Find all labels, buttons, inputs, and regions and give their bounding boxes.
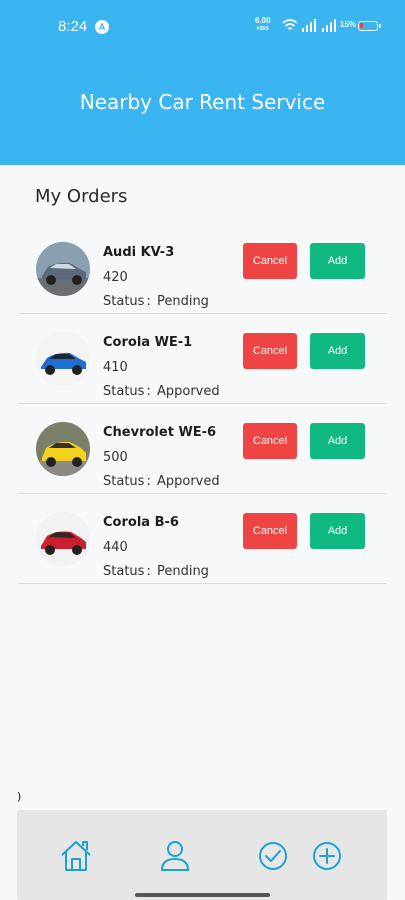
add-button[interactable]: Add xyxy=(310,333,365,369)
cell-signal-icon xyxy=(302,19,316,32)
add-circle-icon[interactable] xyxy=(309,838,345,874)
order-item: Audi KV-3 420 Status: Pending Cancel Add xyxy=(18,224,387,314)
cell-signal-2-icon xyxy=(322,19,336,32)
car-price: 420 xyxy=(103,270,128,285)
order-item: Chevrolet WE-6 500 Status: Apporved Canc… xyxy=(18,404,387,494)
home-icon[interactable] xyxy=(58,838,94,874)
notification-badge-icon: A xyxy=(95,20,109,34)
signal-icons xyxy=(282,19,336,32)
network-speed-value: 6.00 xyxy=(255,16,271,25)
car-name: Corola B-6 xyxy=(103,515,179,530)
car-name: Chevrolet WE-6 xyxy=(103,425,217,440)
battery-icon xyxy=(358,21,381,31)
battery-percent: 15% xyxy=(340,20,357,29)
car-price: 410 xyxy=(103,360,128,375)
car-image-icon xyxy=(36,332,90,386)
car-status: Status: Apporved xyxy=(103,474,220,489)
car-image-icon xyxy=(36,422,90,476)
car-avatar xyxy=(36,332,90,386)
car-image-icon xyxy=(36,512,90,566)
add-button[interactable]: Add xyxy=(310,513,365,549)
system-home-indicator[interactable] xyxy=(135,893,270,897)
car-status: Status: Pending xyxy=(103,294,209,309)
car-avatar xyxy=(36,242,90,296)
order-item: Corola B-6 440 Status: Pending Cancel Ad… xyxy=(18,494,387,584)
car-image-icon xyxy=(36,242,90,296)
bottom-navigation xyxy=(17,810,387,900)
wifi-icon xyxy=(282,19,298,30)
add-button[interactable]: Add xyxy=(310,423,365,459)
car-status-value: Pending xyxy=(156,564,209,579)
add-button[interactable]: Add xyxy=(310,243,365,279)
car-avatar xyxy=(36,422,90,476)
car-avatar xyxy=(36,512,90,566)
section-title: My Orders xyxy=(35,186,128,207)
car-status: Status: Apporved xyxy=(103,384,220,399)
app-bar: Nearby Car Rent Service xyxy=(0,56,405,165)
car-status-value: Apporved xyxy=(156,474,220,489)
car-name: Audi KV-3 xyxy=(103,245,175,260)
order-item: Corola WE-1 410 Status: Apporved Cancel … xyxy=(18,314,387,404)
main-content: My Orders Audi KV-3 420 Status: Pending … xyxy=(0,165,405,810)
network-speed: 6.00 KB/S xyxy=(255,17,271,33)
cancel-button[interactable]: Cancel xyxy=(243,243,297,279)
profile-icon[interactable] xyxy=(157,838,193,874)
car-status: Status: Pending xyxy=(103,564,209,579)
cancel-button[interactable]: Cancel xyxy=(243,513,297,549)
stray-text: ) xyxy=(17,790,22,803)
check-circle-icon[interactable] xyxy=(255,838,291,874)
app-title: Nearby Car Rent Service xyxy=(79,90,326,114)
cancel-button[interactable]: Cancel xyxy=(243,423,297,459)
status-time: 8:24 xyxy=(58,18,88,35)
network-speed-unit: KB/S xyxy=(256,26,269,32)
status-bar: 8:24 A 6.00 KB/S 15% xyxy=(0,0,405,56)
car-name: Corola WE-1 xyxy=(103,335,193,350)
car-price: 500 xyxy=(103,450,128,465)
car-status-value: Apporved xyxy=(156,384,220,399)
car-status-value: Pending xyxy=(156,294,209,309)
cancel-button[interactable]: Cancel xyxy=(243,333,297,369)
car-price: 440 xyxy=(103,540,128,555)
